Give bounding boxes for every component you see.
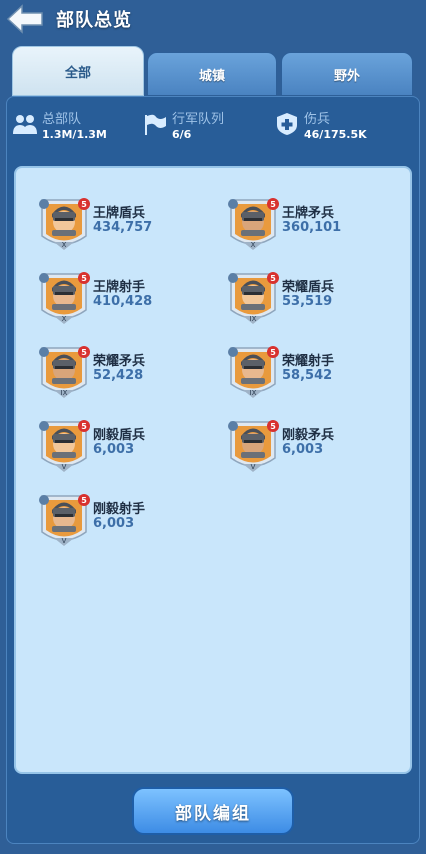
page-title: 部队总览 [56,10,132,31]
unit-name: 王牌射手 [93,280,146,295]
unit-name: 王牌矛兵 [282,206,335,221]
unit-item[interactable]: IX 5 荣耀盾兵 53,519 [205,268,395,328]
unit-name: 刚毅盾兵 [93,428,146,443]
unit-item[interactable]: X 5 王牌射手 410,428 [16,268,206,328]
unit-count: 6,003 [93,516,135,531]
spear-class-icon [228,421,238,431]
shield-class-icon [39,421,49,431]
unit-portrait: IX 5 [228,272,279,324]
svg-text:5: 5 [81,422,87,431]
spear-class-icon [39,347,49,357]
troops-icon [13,115,37,134]
unit-portrait: V 5 [39,494,90,546]
stat-label: 伤兵 [304,112,331,127]
stat-value: 6/6 [172,128,192,141]
svg-text:5: 5 [270,348,276,357]
stat-value: 1.3M/1.3M [42,128,107,141]
tier-numeral: IX [250,389,257,397]
unit-name: 刚毅矛兵 [282,428,335,443]
tab-town[interactable]: 城镇 [147,52,277,96]
unit-count: 58,542 [282,368,333,383]
unit-count: 410,428 [93,294,153,309]
unit-name: 荣耀盾兵 [282,280,335,295]
tier-numeral: X [62,315,67,323]
unit-count: 360,101 [282,220,342,235]
tab-all[interactable]: 全部 [12,46,144,96]
back-arrow-icon[interactable] [6,4,44,34]
svg-text:5: 5 [270,422,276,431]
tier-numeral: X [62,241,67,249]
troop-list: X 5 王牌盾兵 434,757 X 5 王牌矛兵 360,101 X 5 王牌… [14,166,412,774]
stat-value: 46/175.5K [304,128,367,141]
svg-text:5: 5 [81,274,87,283]
svg-text:5: 5 [81,200,87,209]
bow-class-icon [39,273,49,283]
tier-numeral: V [62,463,67,471]
spear-class-icon [228,199,238,209]
unit-item[interactable]: V 5 刚毅矛兵 6,003 [205,416,395,476]
svg-text:5: 5 [81,348,87,357]
unit-item[interactable]: IX 5 荣耀射手 58,542 [205,342,395,402]
unit-name: 荣耀矛兵 [93,354,146,369]
unit-portrait: X 5 [39,272,90,324]
unit-name: 刚毅射手 [93,502,146,517]
tier-numeral: X [251,241,256,249]
unit-item[interactable]: IX 5 荣耀矛兵 52,428 [16,342,206,402]
unit-item[interactable]: X 5 王牌盾兵 434,757 [16,194,206,254]
tab-field[interactable]: 野外 [281,52,413,96]
unit-count: 53,519 [282,294,333,309]
stat-label: 行军队列 [172,112,225,127]
unit-count: 6,003 [282,442,324,457]
shield-class-icon [228,273,238,283]
unit-name: 王牌盾兵 [93,206,146,221]
unit-portrait: X 5 [228,198,279,250]
tier-numeral: IX [250,315,257,323]
unit-portrait: V 5 [228,420,279,472]
tier-numeral: V [62,537,67,545]
tier-numeral: V [251,463,256,471]
top-bar: 部队总览 [0,0,426,44]
unit-item[interactable]: V 5 刚毅盾兵 6,003 [16,416,206,476]
tier-numeral: IX [61,389,68,397]
unit-name: 荣耀射手 [282,354,335,369]
medical-cross-icon [277,113,297,135]
svg-text:5: 5 [270,274,276,283]
unit-portrait: IX 5 [39,346,90,398]
svg-text:5: 5 [270,200,276,209]
shield-class-icon [39,199,49,209]
unit-item[interactable]: V 5 刚毅射手 6,003 [16,490,206,550]
unit-item[interactable]: X 5 王牌矛兵 360,101 [205,194,395,254]
flag-icon [145,114,166,135]
unit-count: 52,428 [93,368,144,383]
unit-portrait: X 5 [39,198,90,250]
unit-count: 6,003 [93,442,135,457]
svg-text:5: 5 [81,496,87,505]
troop-formation-button[interactable]: 部队编组 [132,787,294,835]
unit-portrait: IX 5 [228,346,279,398]
unit-count: 434,757 [93,220,153,235]
bow-class-icon [228,347,238,357]
stat-label: 总部队 [42,112,82,127]
bow-class-icon [39,495,49,505]
unit-portrait: V 5 [39,420,90,472]
stats-row: 总部队 1.3M/1.3M 行军队列 6/6 伤兵 46/175.5K [8,100,418,152]
